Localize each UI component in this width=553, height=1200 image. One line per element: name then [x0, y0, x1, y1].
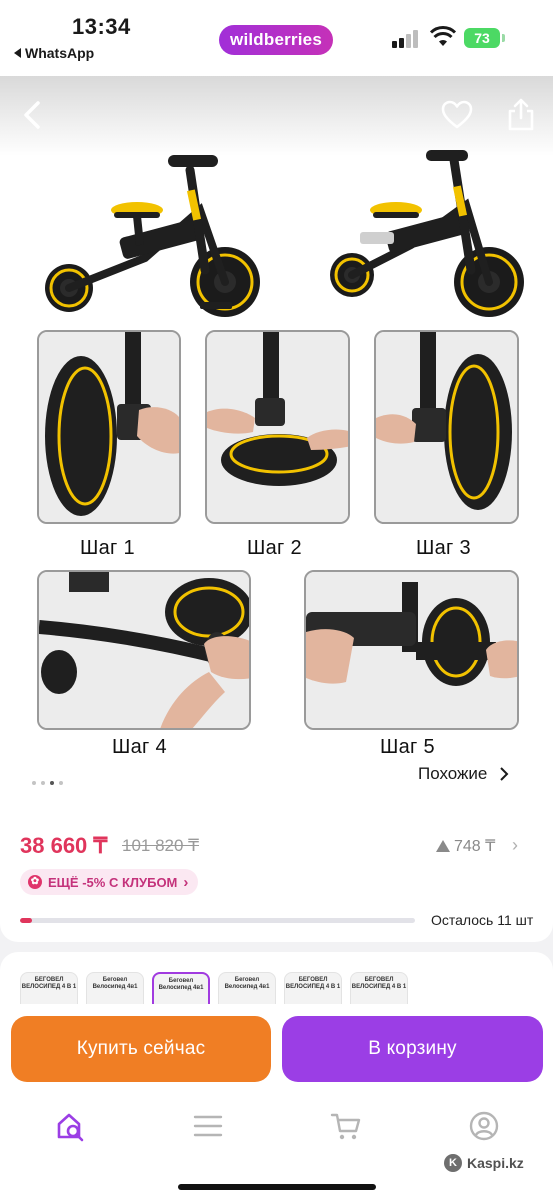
heart-icon[interactable] [440, 98, 474, 132]
step-photo-2 [205, 330, 350, 524]
step-label-4: Шаг 4 [112, 736, 167, 758]
gallery-dot [32, 781, 36, 785]
variant-label: Беговел Велосипед 4в1 [158, 978, 204, 991]
gallery-pagination [32, 781, 63, 785]
club-discount-label: ЕЩЁ -5% С КЛУБОМ [48, 874, 178, 890]
chevron-right-icon[interactable]: › [512, 835, 518, 856]
buy-now-button[interactable]: Купить сейчас [11, 1016, 271, 1082]
status-time: 13:34 [72, 14, 131, 39]
kaspi-watermark: K Kaspi.kz [444, 1154, 524, 1172]
product-page: 13:34 WhatsApp wildberries 73 Шаг 1 Шаг … [0, 0, 553, 1200]
chevron-right-icon: › [183, 873, 189, 891]
catalog-icon[interactable] [192, 1110, 224, 1142]
share-icon[interactable] [506, 96, 536, 132]
home-search-icon[interactable] [55, 1110, 87, 1142]
variant-label: БЕГОВЕЛ ВЕЛОСИПЕД 4 В 1 [21, 977, 77, 990]
stock-progress-bar [20, 918, 415, 923]
gallery-dot [41, 781, 45, 785]
watermark-label: Kaspi.kz [467, 1155, 524, 1171]
step-label-1: Шаг 1 [80, 537, 135, 559]
step-photo-3 [374, 330, 519, 524]
step-photo-1 [37, 330, 181, 524]
back-to-app-link[interactable]: WhatsApp [14, 45, 94, 61]
price-history-value: 748 ₸ [454, 838, 496, 855]
home-indicator [178, 1184, 376, 1190]
current-price: 38 660 ₸ [20, 833, 108, 858]
stock-progress-fill [20, 918, 32, 923]
variant-label: Беговел Велосипед 4в1 [92, 977, 138, 990]
kaspi-logo-icon: K [444, 1154, 462, 1172]
action-bar: Купить сейчас В корзину [0, 1004, 553, 1094]
step-label-5: Шаг 5 [380, 736, 435, 758]
stock-remaining-text: Осталось 11 шт [431, 912, 534, 928]
step-label-3: Шаг 3 [416, 537, 471, 559]
step-photo-5 [304, 570, 519, 730]
add-to-cart-button[interactable]: В корзину [282, 1016, 543, 1082]
variant-label: БЕГОВЕЛ ВЕЛОСИПЕД 4 В 1 [351, 977, 407, 990]
gallery-dot [59, 781, 63, 785]
profile-icon[interactable] [468, 1110, 500, 1142]
old-price: 101 820 ₸ [122, 836, 199, 855]
club-icon: ✿ [28, 875, 42, 889]
battery-indicator: 73 [464, 28, 505, 48]
variant-label: БЕГОВЕЛ ВЕЛОСИПЕД 4 В 1 [285, 977, 341, 990]
back-triangle-icon [14, 48, 21, 58]
back-app-label: WhatsApp [25, 45, 95, 61]
product-gallery[interactable]: Шаг 1 Шаг 2 Шаг 3 Шаг 4 Шаг 5 Похожие [0, 76, 553, 806]
app-name-pill: wildberries [219, 25, 333, 55]
step-label-2: Шаг 2 [247, 537, 302, 559]
wifi-icon [430, 26, 456, 46]
chevron-right-icon [500, 767, 509, 781]
price-up-icon [436, 840, 450, 852]
back-chevron-icon[interactable] [18, 98, 48, 132]
price-card: 38 660 ₸ 101 820 ₸ 748 ₸ › ✿ ЕЩЁ -5% С К… [0, 806, 553, 942]
club-discount-badge[interactable]: ✿ ЕЩЁ -5% С КЛУБОМ › [20, 869, 199, 895]
variant-label: Беговел Велосипед 4в1 [224, 977, 270, 990]
similar-label: Похожие [418, 764, 488, 783]
step-photo-4 [37, 570, 251, 730]
cart-icon[interactable] [330, 1110, 362, 1142]
price-history-info[interactable]: 748 ₸ [436, 836, 495, 856]
similar-products-link[interactable]: Похожие [418, 764, 509, 784]
bike-image-right [330, 150, 524, 317]
bike-image-left [45, 155, 260, 317]
cellular-signal-icon [392, 30, 422, 48]
status-bar: 13:34 WhatsApp wildberries 73 [0, 0, 553, 76]
gallery-dot-active [50, 781, 54, 785]
